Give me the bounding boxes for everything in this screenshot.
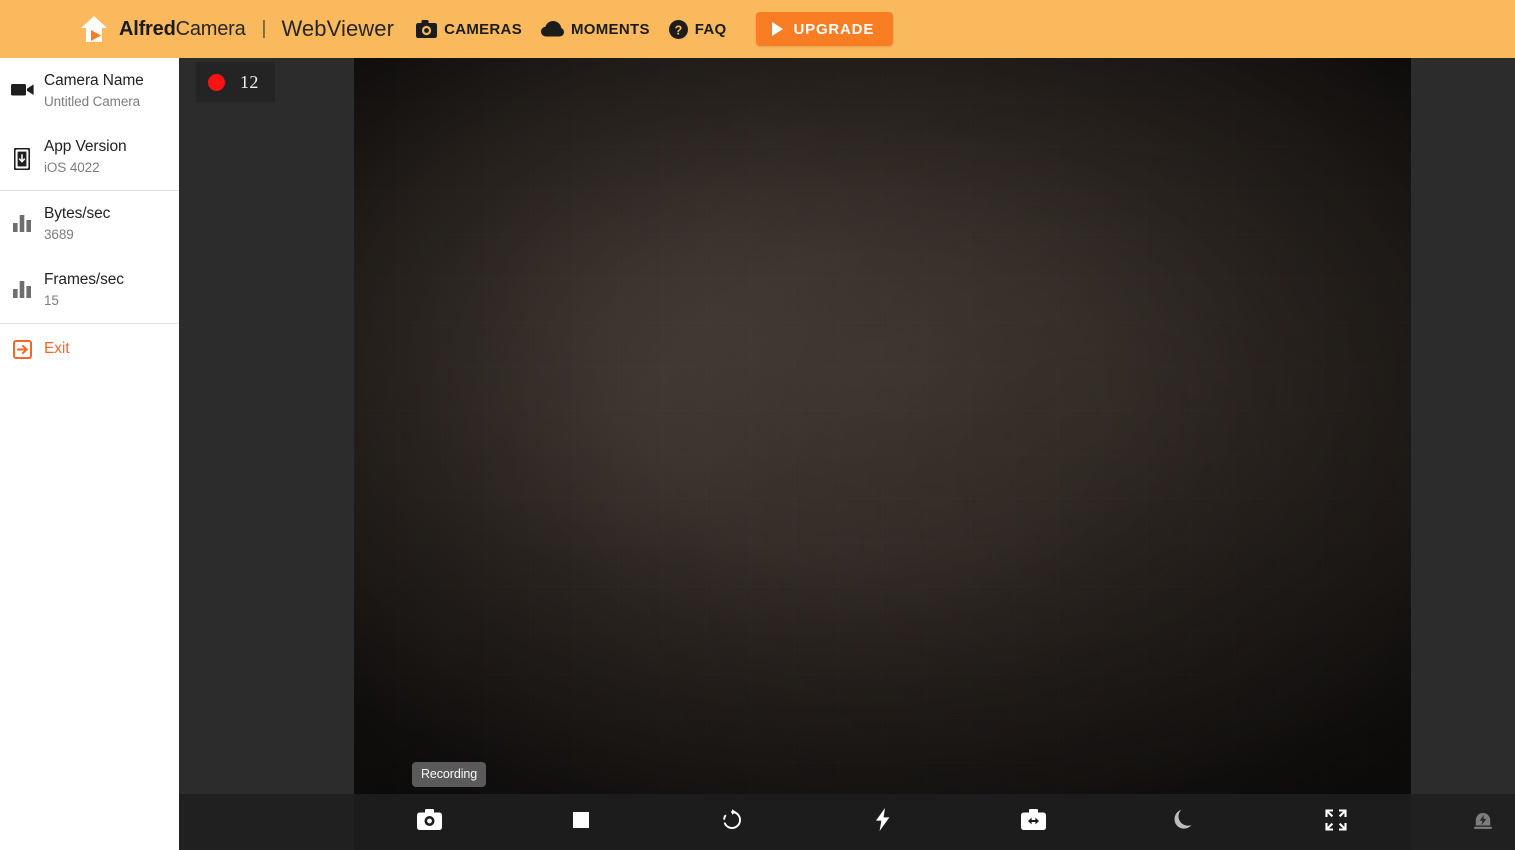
nav-label-cameras: CAMERAS (444, 20, 522, 38)
recording-status-badge: 12 (196, 62, 275, 102)
flash-button[interactable] (860, 799, 906, 845)
sidebar-text-camera-name: Camera Name Untitled Camera (44, 71, 152, 111)
fullscreen-button[interactable] (1313, 799, 1359, 845)
header-nav: CAMERAS MOMENTS ? FAQ (416, 19, 727, 39)
rotate-button[interactable] (709, 799, 755, 845)
sidebar-title-frames-per-sec: Frames/sec (44, 271, 124, 288)
sidebar-text-exit: Exit (44, 339, 77, 359)
video-vignette-overlay (354, 58, 1411, 794)
top-header-bar: AlfredCamera | WebViewer CAMERAS MOMENTS… (0, 0, 1515, 58)
stop-recording-button[interactable] (558, 799, 604, 845)
sidebar-item-app-version[interactable]: App Version iOS 4022 (0, 124, 179, 190)
rotate-icon (721, 808, 743, 836)
moon-icon (1174, 808, 1196, 836)
sidebar-text-bytes-per-sec: Bytes/sec 3689 (44, 204, 118, 244)
house-play-logo-icon (78, 13, 110, 45)
sidebar-value-frames-per-sec: 15 (44, 293, 59, 308)
recording-tooltip: Recording (412, 762, 487, 787)
product-name: WebViewer (281, 16, 395, 41)
brand-wordmark: AlfredCamera (119, 18, 246, 41)
video-camera-icon (0, 71, 44, 97)
sidebar-title-app-version: App Version (44, 138, 127, 155)
bottom-toolbar (179, 794, 1515, 850)
toolbar-controls (354, 794, 1411, 850)
sidebar-group-device: Camera Name Untitled Camera App Version … (0, 58, 179, 190)
sidebar-group-stats: Bytes/sec 3689 Frames/sec 15 (0, 190, 179, 323)
upgrade-button[interactable]: UPGRADE (755, 12, 894, 46)
switch-camera-button[interactable] (1011, 799, 1057, 845)
snapshot-button[interactable] (407, 799, 453, 845)
sidebar-value-camera-name: Untitled Camera (44, 94, 141, 109)
stop-square-icon (572, 811, 589, 833)
siren-icon (1472, 809, 1494, 836)
record-dot-icon (208, 73, 225, 91)
sidebar-title-camera-name: Camera Name (44, 72, 144, 89)
recording-countdown: 12 (240, 71, 259, 92)
question-circle-icon: ? (668, 19, 688, 39)
nav-label-faq: FAQ (694, 20, 727, 38)
camera-flip-icon (1021, 809, 1046, 835)
nav-item-moments[interactable]: MOMENTS (541, 21, 650, 38)
sidebar-item-bytes-per-sec[interactable]: Bytes/sec 3689 (0, 191, 179, 257)
bar-chart-icon (0, 204, 44, 232)
sidebar-item-camera-name[interactable]: Camera Name Untitled Camera (0, 58, 179, 124)
sidebar-item-exit[interactable]: Exit (0, 324, 179, 374)
cloud-icon (541, 21, 564, 37)
nav-item-faq[interactable]: ? FAQ (668, 19, 727, 39)
upgrade-button-label: UPGRADE (793, 20, 875, 38)
svg-text:?: ? (674, 23, 682, 37)
header-divider: | (261, 18, 267, 39)
sidebar-title-bytes-per-sec: Bytes/sec (44, 205, 111, 222)
sidebar-item-frames-per-sec[interactable]: Frames/sec 15 (0, 257, 179, 323)
nav-label-moments: MOMENTS (571, 20, 650, 38)
phone-download-icon (0, 137, 44, 170)
camera-icon (416, 20, 438, 38)
siren-button[interactable] (1460, 799, 1506, 845)
bar-chart-icon (0, 270, 44, 298)
flash-bolt-icon (875, 808, 890, 836)
video-stage: 12 Recording (179, 58, 1515, 794)
nav-item-cameras[interactable]: CAMERAS (416, 20, 522, 38)
camera-shutter-icon (417, 809, 442, 835)
live-video-feed[interactable] (354, 58, 1411, 794)
sidebar-value-bytes-per-sec: 3689 (44, 227, 74, 242)
night-mode-button[interactable] (1162, 799, 1208, 845)
brand-name-bold: Alfred (119, 17, 176, 40)
play-triangle-icon (771, 22, 783, 36)
brand-logo-link[interactable]: AlfredCamera (78, 13, 246, 45)
alfredcamera-webviewer-app: AlfredCamera | WebViewer CAMERAS MOMENTS… (0, 0, 1515, 850)
left-sidebar: Camera Name Untitled Camera App Version … (0, 58, 179, 850)
exit-arrow-icon (0, 339, 44, 359)
sidebar-value-app-version: iOS 4022 (44, 160, 100, 175)
sidebar-text-app-version: App Version iOS 4022 (44, 137, 135, 177)
fullscreen-expand-icon (1324, 808, 1347, 836)
sidebar-label-exit: Exit (44, 340, 70, 357)
brand-name-light: Camera (175, 17, 246, 40)
sidebar-group-exit: Exit (0, 323, 179, 374)
sidebar-text-frames-per-sec: Frames/sec 15 (44, 270, 132, 310)
